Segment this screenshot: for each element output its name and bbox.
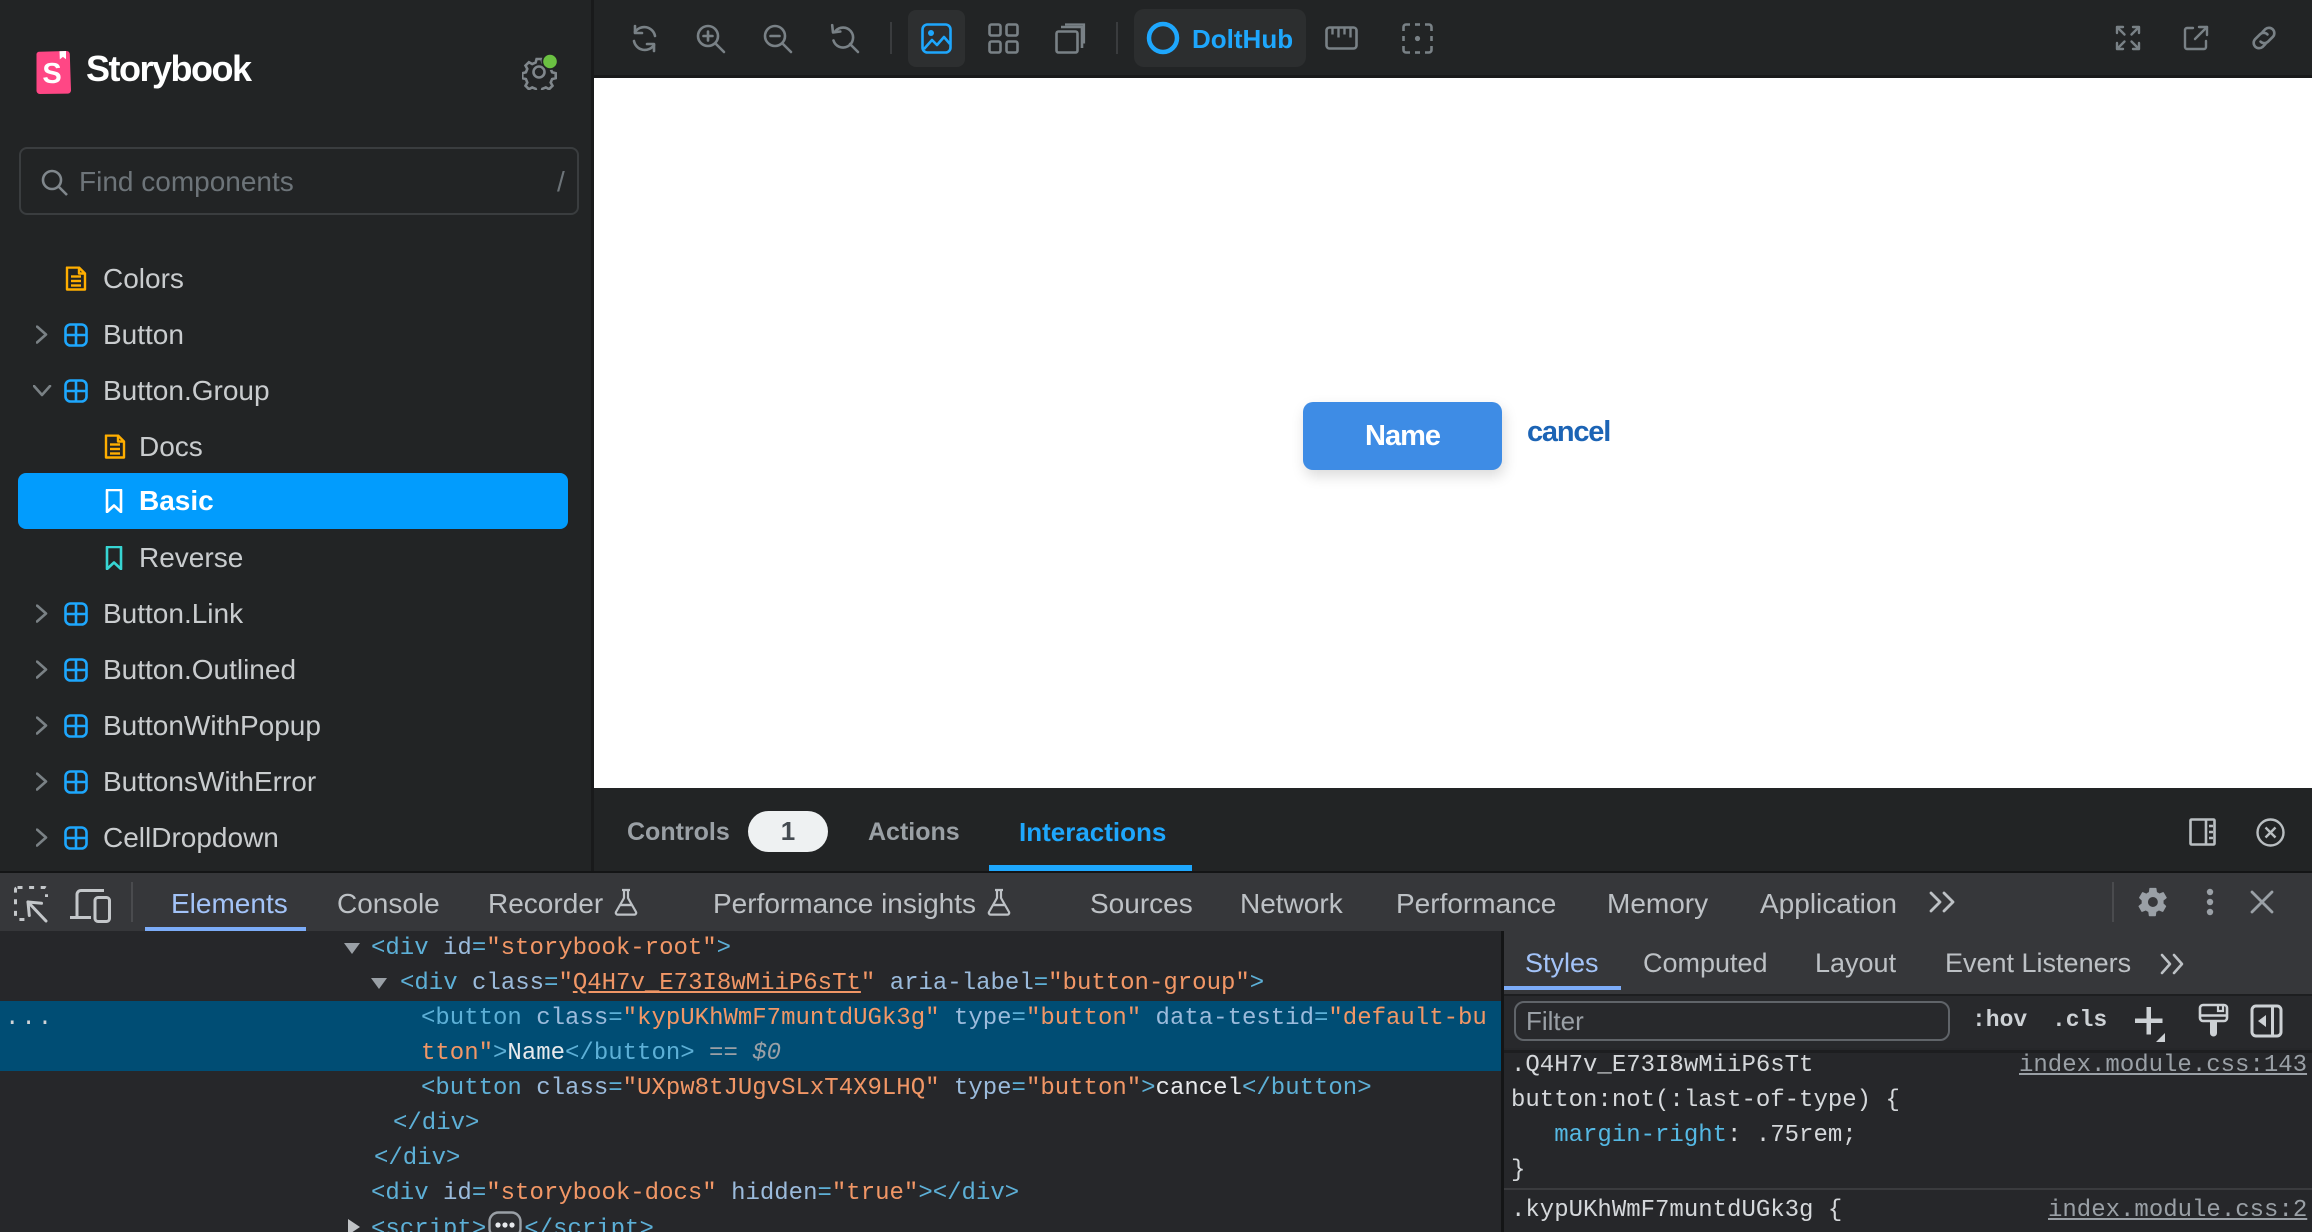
svg-text:S: S xyxy=(42,58,61,90)
